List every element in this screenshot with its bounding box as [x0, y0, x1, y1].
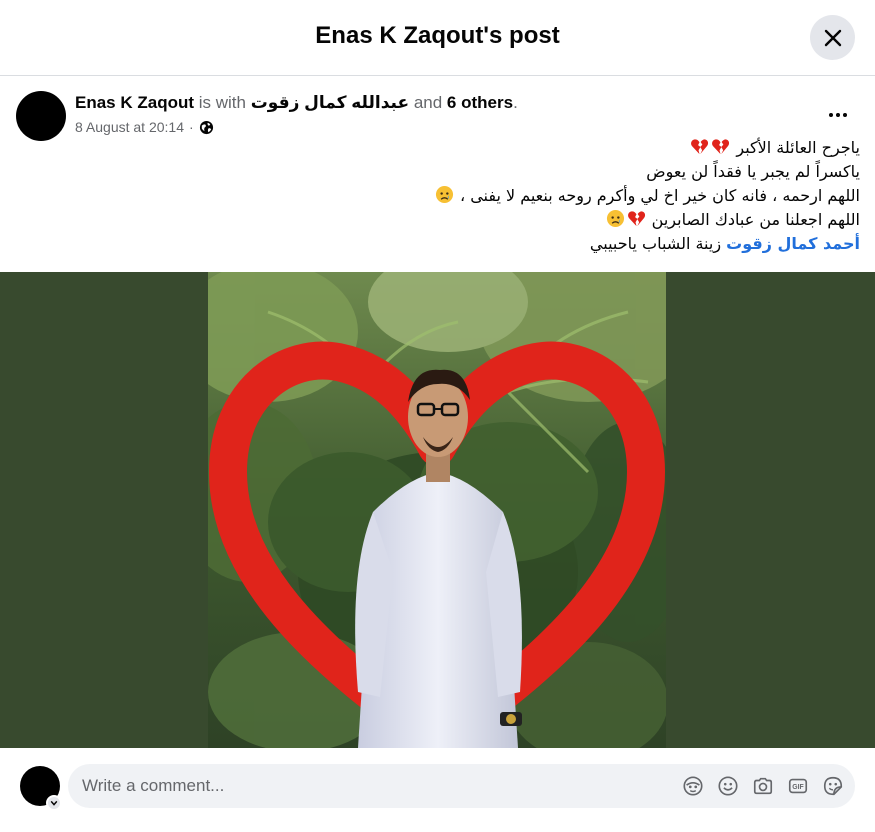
- broken-heart-emoji: [627, 211, 645, 227]
- broken-heart-emoji: [691, 139, 709, 155]
- camera-button[interactable]: [751, 774, 775, 798]
- post-line-1: ياجرح العائلة الأكبر: [20, 136, 860, 160]
- is-with-text: is with: [198, 93, 246, 112]
- post-line-3: اللهم ارحمه ، فانه كان خير اخ لي وأكرم ر…: [20, 184, 860, 208]
- post-header: Enas K Zaqout is with عبدالله كمال زقوت …: [16, 91, 859, 141]
- comment-input[interactable]: [82, 764, 642, 808]
- post-text: ياجرح العائلة الأكبر ياكسراً لم يجبر يا …: [20, 136, 860, 256]
- period-text: .: [513, 93, 518, 112]
- post-line-5: أحمد كمال زقوت زينة الشباب ياحبيبي: [20, 232, 860, 256]
- comment-tools: GIF: [681, 774, 845, 798]
- post-line-5-text: زينة الشباب ياحبيبي: [589, 234, 722, 253]
- emoji-icon: [718, 776, 738, 796]
- post-line-1-text: ياجرح العائلة الأكبر: [736, 138, 860, 157]
- post-line-2: ياكسراً لم يجبر يا فقداً لن يعوض: [20, 160, 860, 184]
- sticker-icon: [823, 776, 843, 796]
- sad-face-emoji: [435, 185, 453, 204]
- post-date[interactable]: 8 August at 20:14: [75, 119, 184, 135]
- author-avatar[interactable]: [16, 91, 66, 141]
- more-dot: [836, 113, 840, 117]
- photo-illustration: [208, 272, 666, 748]
- post-dialog-header: Enas K Zaqout's post: [0, 0, 875, 76]
- svg-text:GIF: GIF: [792, 784, 803, 791]
- dialog-title: Enas K Zaqout's post: [315, 22, 560, 49]
- gif-button[interactable]: GIF: [786, 774, 810, 798]
- avatar-sticker-button[interactable]: [681, 774, 705, 798]
- photo-viewer: [0, 272, 875, 748]
- camera-icon: [753, 777, 773, 795]
- post-meta: 8 August at 20:14 ·: [75, 119, 214, 135]
- comment-input-wrapper: GIF: [68, 764, 855, 808]
- sticker-button[interactable]: [821, 774, 845, 798]
- author-name[interactable]: Enas K Zaqout: [75, 93, 194, 112]
- globe-icon[interactable]: [199, 120, 214, 135]
- tagged-person[interactable]: عبدالله كمال زقوت: [251, 93, 409, 112]
- more-dot: [843, 113, 847, 117]
- post-line-4-text: اللهم اجعلنا من عبادك الصابرين: [651, 210, 860, 229]
- sad-face-emoji: [606, 209, 624, 228]
- more-options-icon: [829, 113, 833, 117]
- and-text: and: [413, 93, 443, 112]
- profile-switch-button[interactable]: [46, 795, 62, 811]
- author-line: Enas K Zaqout is with عبدالله كمال زقوت …: [75, 93, 518, 113]
- comment-bar: GIF: [0, 748, 875, 832]
- post-line-4: اللهم اجعلنا من عبادك الصابرين: [20, 208, 860, 232]
- broken-heart-emoji: [712, 139, 730, 155]
- close-button[interactable]: [810, 15, 855, 60]
- close-icon: [824, 29, 841, 46]
- gif-icon: GIF: [788, 778, 808, 794]
- avatar-sticker-icon: [683, 776, 703, 796]
- more-options-button[interactable]: [823, 105, 853, 125]
- meta-separator: ·: [188, 119, 194, 135]
- mention-link[interactable]: أحمد كمال زقوت: [726, 234, 860, 253]
- post-line-3-text: اللهم ارحمه ، فانه كان خير اخ لي وأكرم ر…: [459, 186, 860, 205]
- post-photo[interactable]: [208, 272, 666, 748]
- emoji-button[interactable]: [716, 774, 740, 798]
- others-link[interactable]: 6 others: [447, 93, 513, 112]
- post-line-2-text: ياكسراً لم يجبر يا فقداً لن يعوض: [646, 162, 860, 181]
- chevron-down-icon: [50, 800, 58, 806]
